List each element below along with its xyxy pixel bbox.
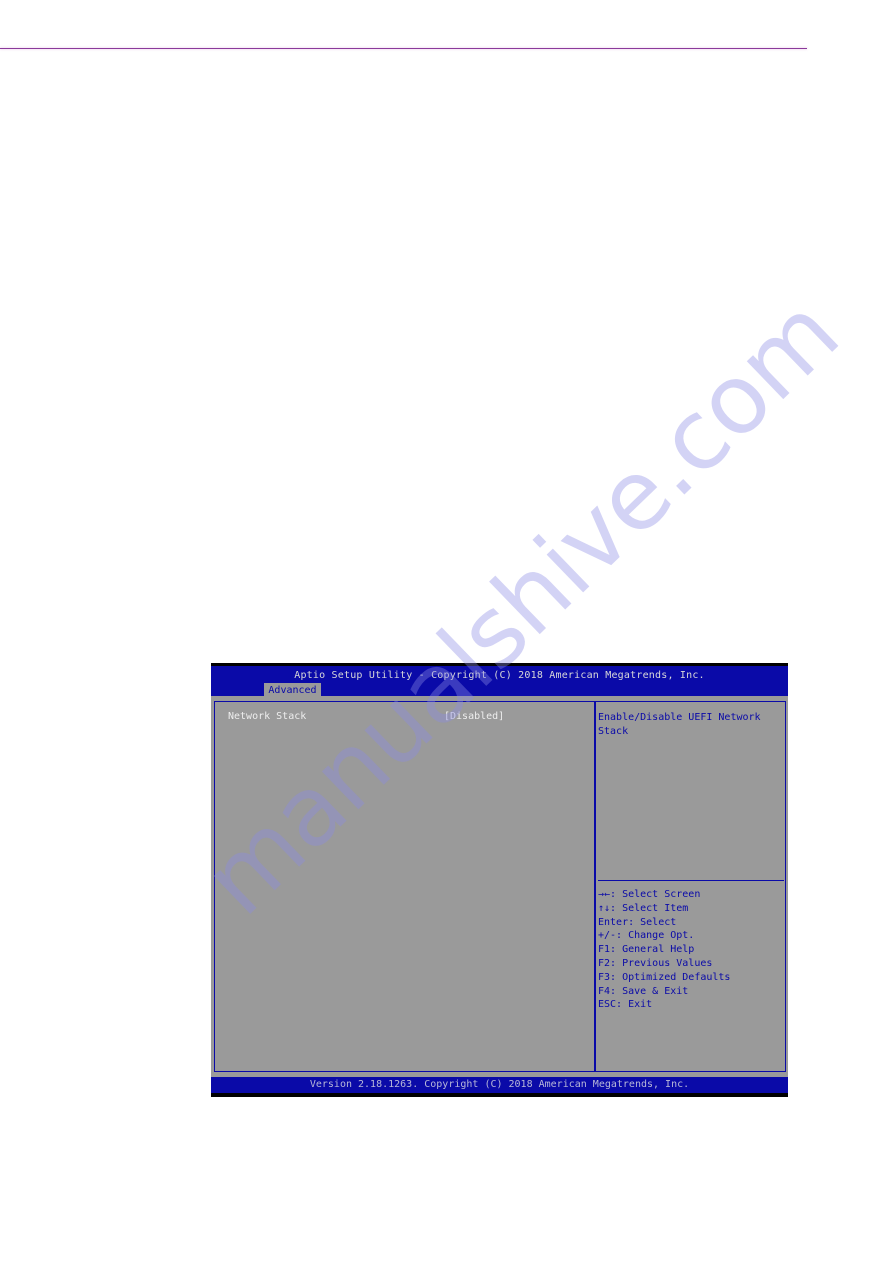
key-previous-values: F2: Previous Values <box>598 957 713 969</box>
footer-version: Version 2.18.1263. Copyright (C) 2018 Am… <box>309 1079 690 1090</box>
header-rule <box>0 48 807 49</box>
setting-label: Network Stack <box>228 711 307 722</box>
key-enter-select: Enter: Select <box>598 916 677 928</box>
key-select-screen: →←: Select Screen <box>598 889 701 900</box>
key-optimized-defaults: F3: Optimized Defaults <box>598 971 731 983</box>
bios-main-panel: Network Stack [Disabled] Enable/Disable … <box>214 701 786 1072</box>
key-legend: →←: Select Screen ↑↓: Select Item Enter:… <box>598 888 784 1012</box>
bios-header: Aptio Setup Utility - Copyright (C) 2018… <box>211 663 788 699</box>
settings-pane: Network Stack [Disabled] <box>215 702 596 1071</box>
key-general-help: F1: General Help <box>598 944 695 956</box>
bios-footer: Version 2.18.1263. Copyright (C) 2018 Am… <box>211 1077 788 1097</box>
help-pane: Enable/Disable UEFI Network Stack →←: Se… <box>597 702 785 1071</box>
key-change-opt: +/-: Change Opt. <box>598 930 695 942</box>
setting-network-stack[interactable]: Network Stack [Disabled] <box>228 711 588 725</box>
bios-title: Aptio Setup Utility - Copyright (C) 2018… <box>294 670 705 681</box>
help-divider <box>598 880 784 881</box>
help-description: Enable/Disable UEFI Network Stack <box>598 712 761 737</box>
key-exit: ESC: Exit <box>598 999 653 1011</box>
key-save-exit: F4: Save & Exit <box>598 985 689 997</box>
bios-screenshot: Aptio Setup Utility - Copyright (C) 2018… <box>211 663 788 1097</box>
setting-value[interactable]: [Disabled] <box>444 711 504 722</box>
key-select-item: ↑↓: Select Item <box>598 902 689 914</box>
tab-advanced[interactable]: Advanced <box>264 683 321 699</box>
